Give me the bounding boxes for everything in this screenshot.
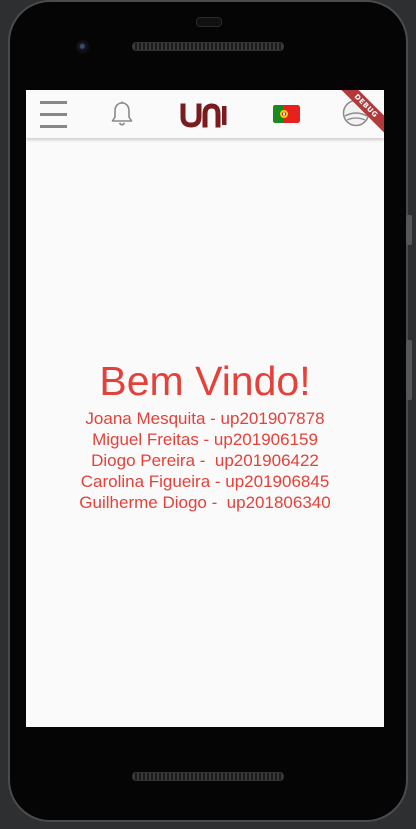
menu-icon[interactable] xyxy=(40,100,67,128)
top-speaker xyxy=(132,42,284,51)
members-list: Joana Mesquita - up201907878 Miguel Frei… xyxy=(26,408,384,513)
volume-button xyxy=(406,340,412,400)
home-content: Bem Vindo! Joana Mesquita - up201907878 … xyxy=(26,138,384,727)
front-camera xyxy=(76,40,90,54)
member-item: Miguel Freitas - up201906159 xyxy=(92,430,318,449)
member-item: Joana Mesquita - up201907878 xyxy=(85,409,325,428)
power-button xyxy=(406,215,412,245)
app-bar xyxy=(26,90,384,138)
earpiece-slot xyxy=(196,17,222,27)
welcome-title: Bem Vindo! xyxy=(99,358,311,404)
member-item: Carolina Figueira - up201906845 xyxy=(80,472,330,491)
uni-logo[interactable] xyxy=(180,100,228,128)
bell-icon[interactable] xyxy=(110,100,134,128)
app-screen: DEBUG Bem Vindo! Joana Mesquita - up2019… xyxy=(26,90,384,727)
bottom-speaker xyxy=(132,772,284,781)
portugal-flag-icon[interactable] xyxy=(273,105,300,123)
member-item: Diogo Pereira - up201906422 xyxy=(91,451,319,470)
member-item: Guilherme Diogo - up201806340 xyxy=(79,493,331,512)
